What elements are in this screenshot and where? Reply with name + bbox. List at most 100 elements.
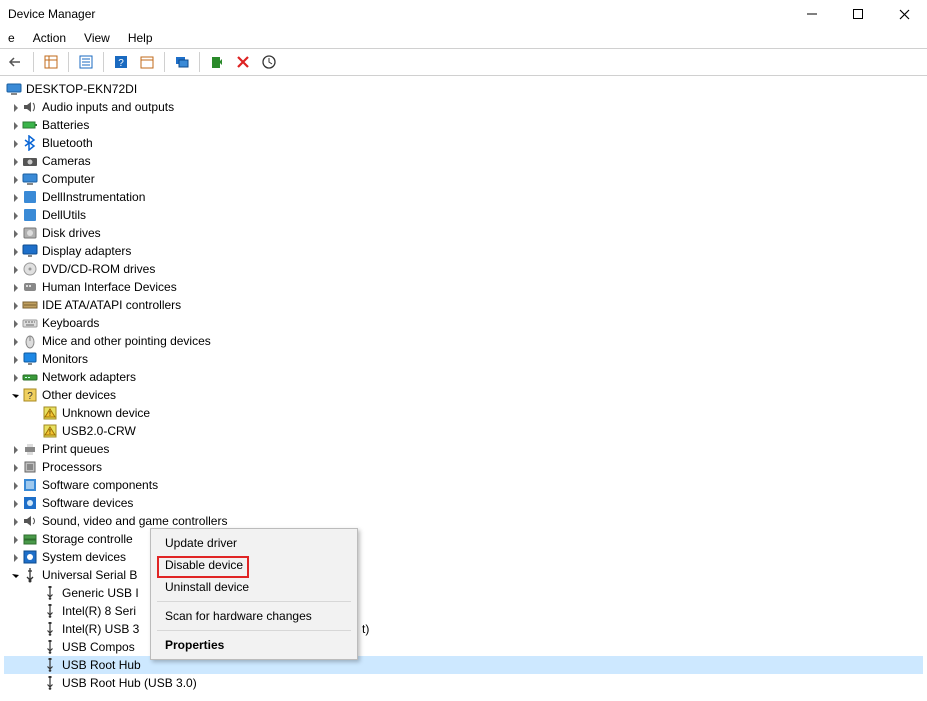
expand-arrow-icon[interactable] — [8, 571, 22, 580]
expand-arrow-icon[interactable] — [8, 391, 22, 400]
tree-category[interactable]: Software devices — [4, 494, 923, 512]
expand-arrow-icon[interactable] — [8, 283, 22, 292]
expand-arrow-icon[interactable] — [8, 175, 22, 184]
expand-arrow-icon[interactable] — [8, 319, 22, 328]
expand-arrow-icon[interactable] — [8, 265, 22, 274]
toolbar-scan-hardware-icon[interactable] — [257, 50, 281, 74]
tree-category[interactable]: Storage controlle — [4, 530, 923, 548]
tree-category[interactable]: Print queues — [4, 440, 923, 458]
maximize-button[interactable] — [835, 0, 881, 28]
tree-category[interactable]: Network adapters — [4, 368, 923, 386]
tree-category[interactable]: Universal Serial B — [4, 566, 923, 584]
dell-icon — [22, 207, 38, 223]
toolbar-list-icon[interactable] — [74, 50, 98, 74]
tree-category[interactable]: DellInstrumentation — [4, 188, 923, 206]
tree-category[interactable]: Audio inputs and outputs — [4, 98, 923, 116]
toolbar-separator — [33, 52, 34, 72]
expand-arrow-icon[interactable] — [8, 481, 22, 490]
context-disable-device[interactable]: Disable device — [153, 554, 355, 576]
toolbar-back-icon[interactable] — [4, 50, 28, 74]
toolbar-help-icon[interactable] — [109, 50, 133, 74]
tree-device[interactable]: Intel(R) 8 Seri — [4, 602, 923, 620]
tree-category[interactable]: System devices — [4, 548, 923, 566]
tree-category[interactable]: Processors — [4, 458, 923, 476]
tree-category[interactable]: Software components — [4, 476, 923, 494]
close-button[interactable] — [881, 0, 927, 28]
expand-arrow-icon[interactable] — [8, 301, 22, 310]
menu-view[interactable]: View — [76, 29, 118, 47]
tree-category[interactable]: Human Interface Devices — [4, 278, 923, 296]
other-icon — [22, 387, 38, 403]
tree-category[interactable]: Monitors — [4, 350, 923, 368]
context-uninstall-device[interactable]: Uninstall device — [153, 576, 355, 598]
tree-category[interactable]: Cameras — [4, 152, 923, 170]
mouse-icon — [22, 333, 38, 349]
expand-arrow-icon[interactable] — [8, 535, 22, 544]
category-label: Storage controlle — [42, 532, 133, 546]
category-label: IDE ATA/ATAPI controllers — [42, 298, 181, 312]
expand-arrow-icon[interactable] — [8, 121, 22, 130]
toolbar-detail-icon[interactable] — [135, 50, 159, 74]
expand-arrow-icon[interactable] — [8, 517, 22, 526]
context-properties[interactable]: Properties — [153, 634, 355, 656]
expand-arrow-icon[interactable] — [8, 445, 22, 454]
expand-arrow-icon[interactable] — [8, 139, 22, 148]
tree-category[interactable]: Display adapters — [4, 242, 923, 260]
expand-arrow-icon[interactable] — [8, 499, 22, 508]
tree-category[interactable]: Computer — [4, 170, 923, 188]
tree-device[interactable]: Unknown device — [4, 404, 923, 422]
tree-category[interactable]: Sound, video and game controllers — [4, 512, 923, 530]
expand-arrow-icon[interactable] — [8, 337, 22, 346]
tree-category[interactable]: Bluetooth — [4, 134, 923, 152]
tree-category[interactable]: Disk drives — [4, 224, 923, 242]
titlebar: Device Manager — [0, 0, 927, 28]
toolbar-remove-icon[interactable] — [231, 50, 255, 74]
network-icon — [22, 369, 38, 385]
toolbar-separator — [199, 52, 200, 72]
device-label: Generic USB I — [62, 586, 139, 600]
tree-device[interactable]: Intel(R) USB 3 t) — [4, 620, 923, 638]
tree-category[interactable]: Mice and other pointing devices — [4, 332, 923, 350]
dell-icon — [22, 189, 38, 205]
toolbar-separator — [68, 52, 69, 72]
tree-device[interactable]: USB2.0-CRW — [4, 422, 923, 440]
tree-category[interactable]: IDE ATA/ATAPI controllers — [4, 296, 923, 314]
tree-device[interactable]: USB Root Hub — [4, 656, 923, 674]
tree-device[interactable]: USB Root Hub (USB 3.0) — [4, 674, 923, 692]
printer-icon — [22, 441, 38, 457]
toolbar-update-driver-icon[interactable] — [205, 50, 229, 74]
menu-action[interactable]: Action — [25, 29, 74, 47]
computer-icon — [22, 171, 38, 187]
tree-category[interactable]: DellUtils — [4, 206, 923, 224]
tree-device[interactable]: USB Compos — [4, 638, 923, 656]
toolbar-displays-icon[interactable] — [170, 50, 194, 74]
expand-arrow-icon[interactable] — [8, 157, 22, 166]
expand-arrow-icon[interactable] — [8, 103, 22, 112]
tree-category[interactable]: Other devices — [4, 386, 923, 404]
expand-arrow-icon[interactable] — [8, 373, 22, 382]
context-scan-hardware[interactable]: Scan for hardware changes — [153, 605, 355, 627]
context-update-driver[interactable]: Update driver — [153, 532, 355, 554]
category-label: Processors — [42, 460, 102, 474]
expand-arrow-icon[interactable] — [8, 553, 22, 562]
tree-category[interactable]: DVD/CD-ROM drives — [4, 260, 923, 278]
tree-category[interactable]: Keyboards — [4, 314, 923, 332]
tree-root[interactable]: DESKTOP-EKN72DI — [4, 80, 923, 98]
display-icon — [22, 243, 38, 259]
expand-arrow-icon[interactable] — [8, 193, 22, 202]
device-label: USB Compos — [62, 640, 135, 654]
expand-arrow-icon[interactable] — [8, 211, 22, 220]
toolbar-properties-icon[interactable] — [39, 50, 63, 74]
tree-device[interactable]: Generic USB I — [4, 584, 923, 602]
expand-arrow-icon[interactable] — [8, 247, 22, 256]
menu-file[interactable]: e — [0, 29, 23, 47]
category-label: Human Interface Devices — [42, 280, 177, 294]
tree-category[interactable]: Batteries — [4, 116, 923, 134]
expand-arrow-icon[interactable] — [8, 463, 22, 472]
minimize-button[interactable] — [789, 0, 835, 28]
expand-arrow-icon[interactable] — [8, 355, 22, 364]
category-label: Computer — [42, 172, 95, 186]
expand-arrow-icon[interactable] — [8, 229, 22, 238]
device-tree[interactable]: DESKTOP-EKN72DI Audio inputs and outputs… — [0, 76, 927, 701]
menu-help[interactable]: Help — [120, 29, 161, 47]
